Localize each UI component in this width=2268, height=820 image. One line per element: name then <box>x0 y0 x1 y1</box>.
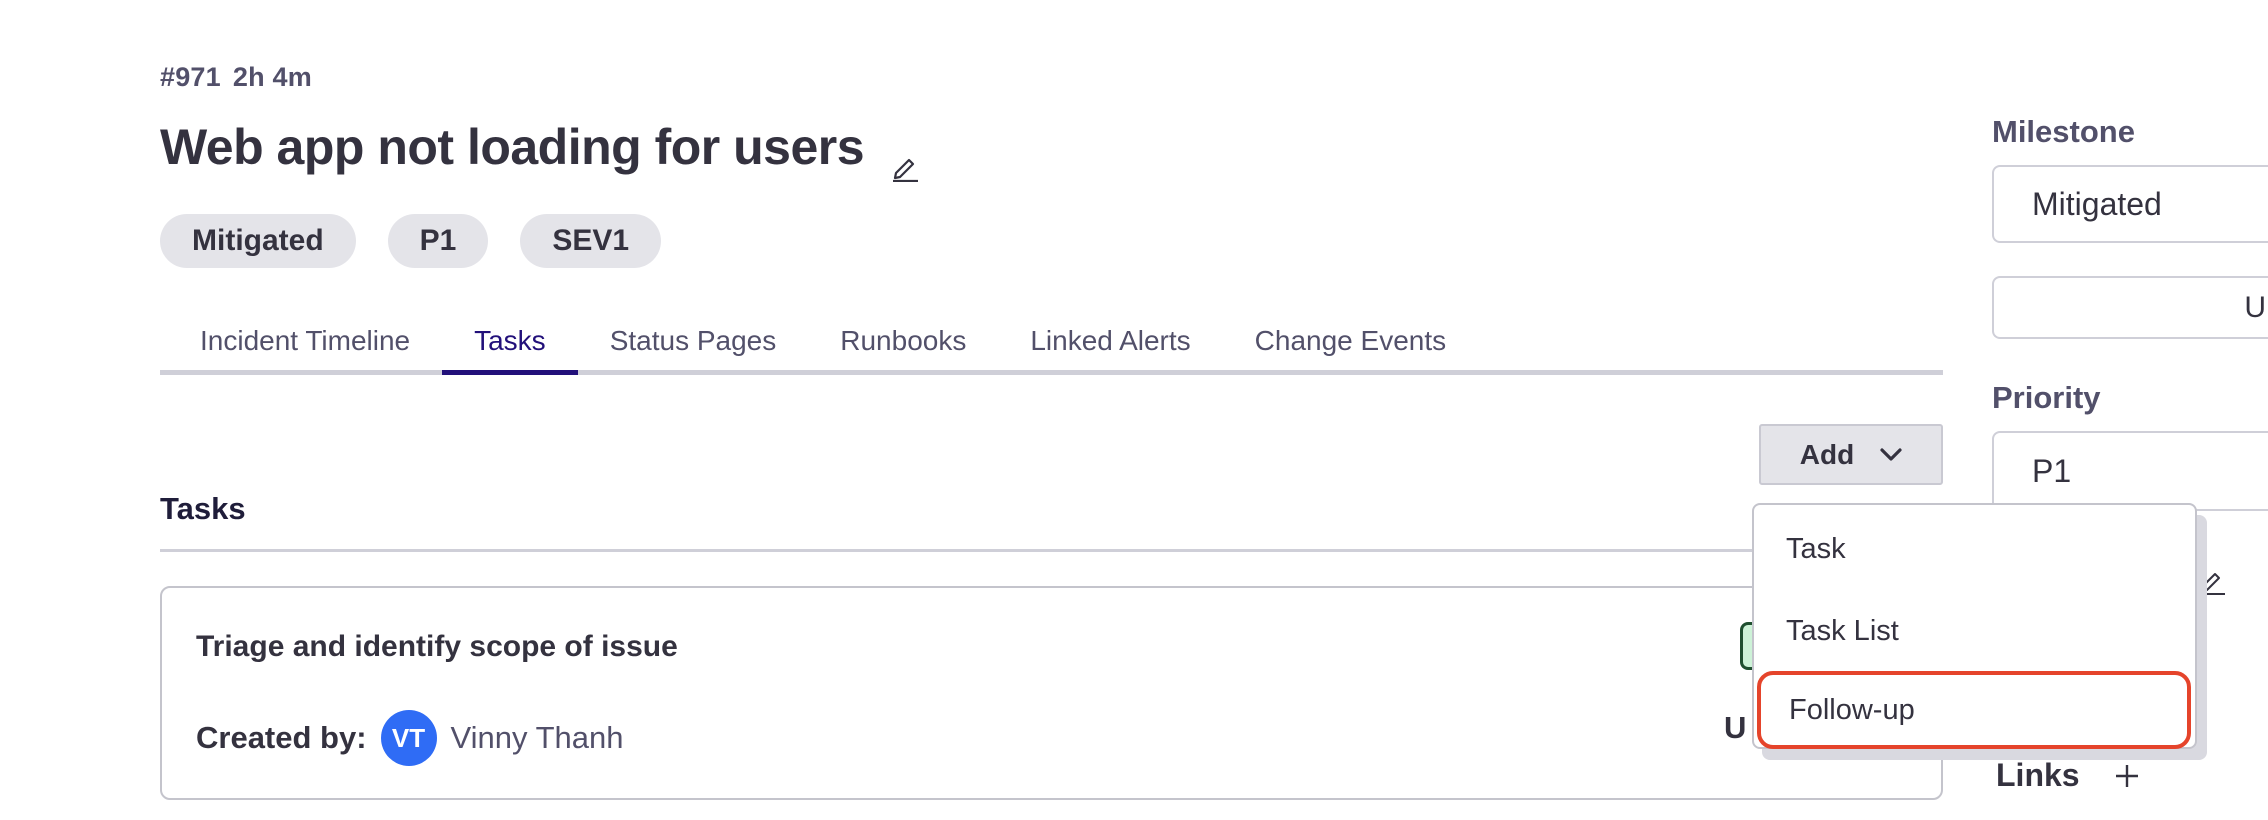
incident-title-row: Web app not loading for users <box>160 118 920 183</box>
incident-duration: 2h 4m <box>232 62 312 92</box>
priority-pill: P1 <box>387 214 489 268</box>
tasks-section-title: Tasks <box>160 491 246 526</box>
milestone-select[interactable]: Mitigated <box>1992 165 2268 243</box>
menu-item-follow-up[interactable]: Follow-up <box>1757 671 2191 749</box>
task-card[interactable]: Triage and identify scope of issue Creat… <box>160 586 1943 800</box>
tab-status-pages[interactable]: Status Pages <box>578 318 809 370</box>
priority-label: Priority <box>1992 380 2101 415</box>
avatar: VT <box>380 710 437 766</box>
tab-incident-timeline[interactable]: Incident Timeline <box>160 318 442 370</box>
chevron-down-icon <box>1880 447 1902 461</box>
task-created-by: Created by: VT Vinny Thanh <box>196 710 623 766</box>
created-by-label: Created by: <box>196 720 367 755</box>
creator-name: Vinny Thanh <box>450 720 624 755</box>
incident-tabs: Incident Timeline Tasks Status Pages Run… <box>160 318 1943 375</box>
add-button-label: Add <box>1799 438 1855 470</box>
menu-item-task-list[interactable]: Task List <box>1754 593 2195 669</box>
tab-change-events[interactable]: Change Events <box>1223 318 1478 370</box>
update-button[interactable]: U <box>1992 276 2268 339</box>
add-button[interactable]: Add <box>1759 424 1943 485</box>
severity-pill: SEV1 <box>520 214 662 268</box>
incident-number: #971 <box>160 62 221 92</box>
task-title[interactable]: Triage and identify scope of issue <box>196 630 678 664</box>
section-divider <box>160 549 1760 552</box>
milestone-label: Milestone <box>1992 114 2135 149</box>
links-row: Links <box>1996 757 2140 794</box>
tab-tasks[interactable]: Tasks <box>442 318 578 375</box>
tab-linked-alerts[interactable]: Linked Alerts <box>998 318 1222 370</box>
priority-select[interactable]: P1 <box>1992 431 2268 511</box>
links-label: Links <box>1996 757 2080 793</box>
incident-title: Web app not loading for users <box>160 119 865 175</box>
task-assignee-partial: U <box>1724 710 1747 745</box>
add-dropdown-menu: Task Task List Follow-up <box>1752 503 2197 749</box>
milestone-pill: Mitigated <box>160 214 356 268</box>
incident-pills: Mitigated P1 SEV1 <box>160 214 662 268</box>
plus-icon[interactable] <box>2114 763 2140 789</box>
menu-item-task[interactable]: Task <box>1754 511 2195 587</box>
incident-meta: #971 2h 4m <box>160 62 312 93</box>
tab-runbooks[interactable]: Runbooks <box>808 318 998 370</box>
pencil-icon[interactable] <box>890 136 920 183</box>
